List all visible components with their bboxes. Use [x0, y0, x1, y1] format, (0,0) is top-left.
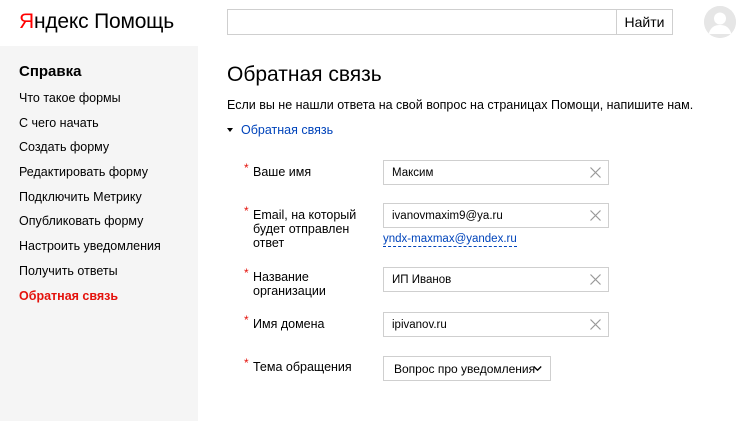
logo-brand-rest: ндекс: [33, 10, 89, 33]
organization-field[interactable]: ИП Иванов: [383, 267, 609, 292]
logo-brand-letter: Я: [19, 10, 34, 33]
required-mark: *: [244, 356, 249, 370]
required-mark: *: [244, 313, 249, 327]
email-label-line-1: Email, на который: [253, 208, 357, 222]
required-mark: *: [244, 161, 249, 175]
organization-label-line-2: организации: [253, 284, 326, 298]
header: Яндекс Помощь Найти: [0, 0, 750, 46]
domain-field-value: ipivanov.ru: [392, 319, 447, 331]
search-box: Найти: [227, 9, 673, 35]
domain-label-text: Имя домена: [253, 317, 325, 331]
sidebar-item-feedback[interactable]: Обратная связь: [19, 289, 161, 314]
required-mark: *: [244, 204, 249, 218]
topic-label-text: Тема обращения: [253, 360, 352, 374]
close-icon[interactable]: [587, 164, 604, 181]
close-icon[interactable]: [587, 271, 604, 288]
sidebar-item-getting-started[interactable]: С чего начать: [19, 116, 161, 141]
sidebar-title: Справка: [19, 63, 82, 80]
organization-label-line-1: Название: [253, 270, 309, 284]
name-label-text: Ваше имя: [253, 165, 312, 179]
sidebar-item-what-are-forms[interactable]: Что такое формы: [19, 91, 161, 116]
organization-field-value: ИП Иванов: [392, 274, 452, 286]
email-suggestion-link[interactable]: yndx-maxmax@yandex.ru: [383, 232, 517, 247]
sidebar: Справка Что такое формы С чего начать Со…: [0, 46, 198, 421]
feedback-section-toggle[interactable]: Обратная связь: [227, 123, 333, 137]
close-icon[interactable]: [587, 316, 604, 333]
name-field-value: Максим: [392, 167, 434, 179]
logo-service-name: Помощь: [94, 10, 174, 33]
domain-label: * Имя домена: [244, 313, 325, 331]
sidebar-item-get-answers[interactable]: Получить ответы: [19, 264, 161, 289]
user-avatar-icon[interactable]: [704, 6, 736, 38]
main-content: Обратная связь Если вы не нашли ответа н…: [198, 46, 750, 421]
sidebar-menu: Что такое формы С чего начать Создать фо…: [19, 91, 161, 313]
email-field-value: ivanovmaxim9@ya.ru: [392, 210, 503, 222]
topic-label: * Тема обращения: [244, 356, 352, 374]
sidebar-item-notifications[interactable]: Настроить уведомления: [19, 239, 161, 264]
email-field[interactable]: ivanovmaxim9@ya.ru: [383, 203, 609, 228]
page-title: Обратная связь: [227, 63, 382, 86]
name-field[interactable]: Максим: [383, 160, 609, 185]
sidebar-item-publish-form[interactable]: Опубликовать форму: [19, 214, 161, 239]
intro-text: Если вы не нашли ответа на свой вопрос н…: [227, 98, 694, 112]
email-label: * Email, на который будет отправлен отве…: [244, 204, 357, 250]
search-button[interactable]: Найти: [616, 10, 672, 34]
caret-down-icon: [227, 128, 233, 132]
topic-select[interactable]: Вопрос про уведомления: [383, 356, 551, 381]
name-label: * Ваше имя: [244, 161, 312, 179]
section-toggle-label: Обратная связь: [241, 123, 334, 137]
search-input[interactable]: [228, 10, 616, 34]
email-label-line-3: ответ: [253, 236, 285, 250]
sidebar-item-edit-form[interactable]: Редактировать форму: [19, 165, 161, 190]
yandex-help-logo[interactable]: Яндекс Помощь: [19, 10, 174, 34]
organization-label: * Название организации: [244, 266, 326, 298]
sidebar-item-create-form[interactable]: Создать форму: [19, 140, 161, 165]
email-label-line-2: будет отправлен: [253, 222, 350, 236]
sidebar-item-connect-metrika[interactable]: Подключить Метрику: [19, 190, 161, 215]
domain-field[interactable]: ipivanov.ru: [383, 312, 609, 337]
chevron-down-icon: [533, 366, 542, 372]
required-mark: *: [244, 266, 249, 280]
topic-select-value: Вопрос про уведомления: [394, 362, 536, 376]
close-icon[interactable]: [587, 207, 604, 224]
